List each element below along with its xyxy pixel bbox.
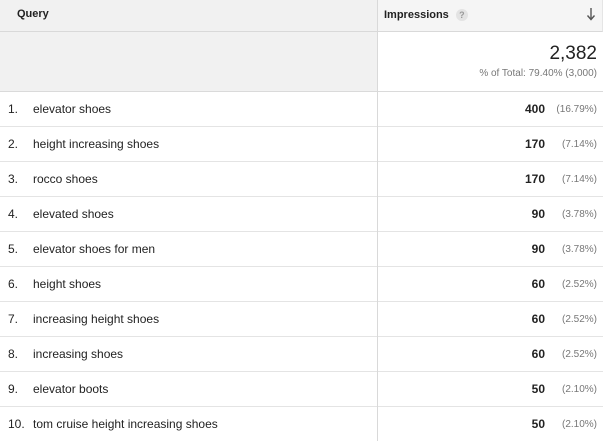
summary-total: 2,382: [549, 43, 597, 64]
arrow-down-icon[interactable]: [586, 7, 596, 21]
query-column: Query 1. elevator shoes 2. height increasin…: [0, 0, 377, 441]
query-link[interactable]: tom cruise height increasing shoes: [33, 417, 218, 431]
query-link[interactable]: elevator shoes: [33, 102, 111, 116]
impressions-column: Impressions ? 2,382 % of Total: 79.40% (…: [377, 0, 603, 441]
query-link[interactable]: height shoes: [33, 277, 101, 291]
impressions-value: 170: [524, 172, 545, 186]
query-impressions-table: Query 1. elevator shoes 2. height increasin…: [0, 0, 603, 441]
table-row: 60 (2.52%): [378, 337, 603, 372]
impressions-value: 90: [531, 242, 545, 256]
table-row: 60 (2.52%): [378, 302, 603, 337]
query-column-header[interactable]: Query: [0, 0, 377, 32]
table-row: 90 (3.78%): [378, 197, 603, 232]
query-rows: 1. elevator shoes 2. height increasing shoe…: [0, 92, 377, 441]
row-number: 1.: [8, 102, 19, 116]
impressions-value: 400: [524, 102, 545, 116]
table-row[interactable]: 6. height shoes: [0, 267, 377, 302]
row-number: 9.: [8, 382, 19, 396]
row-number: 10.: [8, 417, 25, 431]
summary-row-left: [0, 32, 377, 92]
row-number: 5.: [8, 242, 19, 256]
table-row: 50 (2.10%): [378, 407, 603, 441]
impressions-value: 60: [531, 277, 545, 291]
impressions-value: 50: [531, 382, 545, 396]
query-link[interactable]: rocco shoes: [33, 172, 98, 186]
summary-percent-of-total: % of Total: 79.40% (3,000): [479, 68, 597, 79]
query-header-label: Query: [17, 8, 49, 20]
row-number: 8.: [8, 347, 19, 361]
impressions-column-header[interactable]: Impressions ?: [378, 0, 603, 32]
impressions-percent: (3.78%): [561, 208, 597, 220]
help-icon[interactable]: ?: [455, 9, 468, 21]
impressions-percent: (16.79%): [556, 103, 597, 115]
query-link[interactable]: elevated shoes: [33, 207, 114, 221]
table-row: 400 (16.79%): [378, 92, 603, 127]
table-row[interactable]: 2. height increasing shoes: [0, 127, 377, 162]
impressions-percent: (2.52%): [561, 348, 597, 360]
impressions-value: 60: [531, 312, 545, 326]
impressions-percent: (7.14%): [561, 138, 597, 150]
impressions-percent: (2.10%): [561, 418, 597, 430]
impressions-percent: (7.14%): [561, 173, 597, 185]
table-row[interactable]: 4. elevated shoes: [0, 197, 377, 232]
impressions-rows: 400 (16.79%) 170 (7.14%) 170 (7.14%) 90 (3.78%)…: [378, 92, 603, 441]
impressions-value: 60: [531, 347, 545, 361]
query-link[interactable]: height increasing shoes: [33, 137, 159, 151]
table-row[interactable]: 10. tom cruise height increasing shoes: [0, 407, 377, 441]
table-row[interactable]: 7. increasing height shoes: [0, 302, 377, 337]
table-row: 170 (7.14%): [378, 162, 603, 197]
impressions-value: 90: [531, 207, 545, 221]
table-row[interactable]: 1. elevator shoes: [0, 92, 377, 127]
query-link[interactable]: elevator shoes for men: [33, 242, 155, 256]
impressions-percent: (3.78%): [561, 243, 597, 255]
impressions-percent: (2.10%): [561, 383, 597, 395]
table-row: 60 (2.52%): [378, 267, 603, 302]
impressions-percent: (2.52%): [561, 313, 597, 325]
row-number: 7.: [8, 312, 19, 326]
table-row: 170 (7.14%): [378, 127, 603, 162]
summary-row-right: 2,382 % of Total: 79.40% (3,000): [378, 32, 603, 92]
row-number: 6.: [8, 277, 19, 291]
table-row: 90 (3.78%): [378, 232, 603, 267]
impressions-value: 50: [531, 417, 545, 431]
table-row[interactable]: 8. increasing shoes: [0, 337, 377, 372]
table-row[interactable]: 3. rocco shoes: [0, 162, 377, 197]
impressions-percent: (2.52%): [561, 278, 597, 290]
row-number: 2.: [8, 137, 19, 151]
query-link[interactable]: elevator boots: [33, 382, 108, 396]
impressions-header-label: Impressions: [384, 9, 449, 21]
impressions-value: 170: [524, 137, 545, 151]
table-row: 50 (2.10%): [378, 372, 603, 407]
query-link[interactable]: increasing shoes: [33, 347, 123, 361]
row-number: 3.: [8, 172, 19, 186]
table-row[interactable]: 5. elevator shoes for men: [0, 232, 377, 267]
table-row[interactable]: 9. elevator boots: [0, 372, 377, 407]
query-link[interactable]: increasing height shoes: [33, 312, 159, 326]
row-number: 4.: [8, 207, 19, 221]
